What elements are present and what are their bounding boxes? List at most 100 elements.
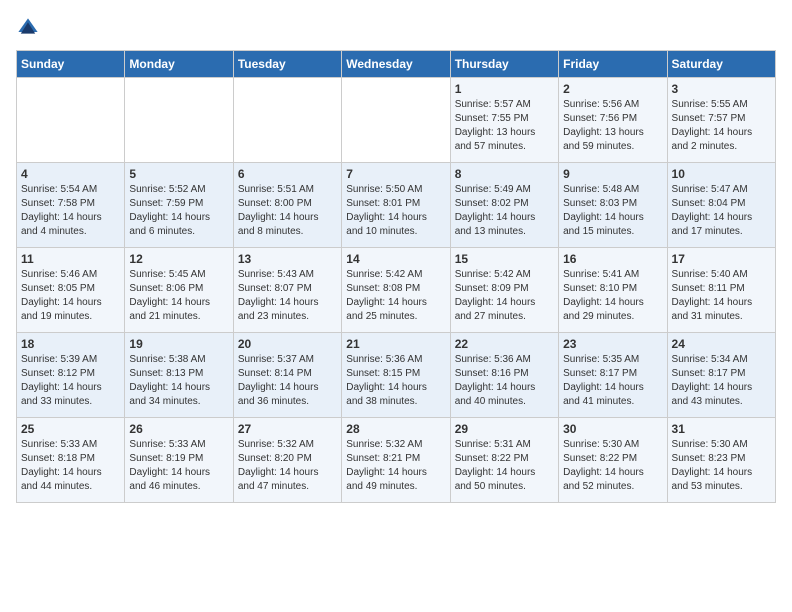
calendar-cell: 9 Sunrise: 5:48 AM Sunset: 8:03 PM Daylig… [559, 163, 667, 248]
page-header [16, 16, 776, 40]
calendar-cell [342, 78, 450, 163]
day-info: Sunrise: 5:57 AM Sunset: 7:55 PM Dayligh… [455, 98, 554, 154]
day-info: Sunrise: 5:30 AM Sunset: 8:22 PM Dayligh… [563, 438, 662, 494]
weekday-header: Sunday [17, 51, 125, 78]
calendar-week-row: 4Sunrise: 5:54 AM Sunset: 7:58 PM Daylig… [17, 163, 776, 248]
day-info: Sunrise: 5:45 AM Sunset: 8:06 PM Dayligh… [129, 268, 228, 324]
calendar-cell: 26 Sunrise: 5:33 AM Sunset: 8:19 PM Dayli… [125, 418, 233, 503]
weekday-header: Thursday [450, 51, 558, 78]
day-info: Sunrise: 5:55 AM Sunset: 7:57 PM Dayligh… [672, 98, 771, 154]
day-number: 12 [129, 252, 228, 266]
calendar-cell: 1 Sunrise: 5:57 AM Sunset: 7:55 PM Daylig… [450, 78, 558, 163]
day-info: Sunrise: 5:51 AM Sunset: 8:00 PM Dayligh… [238, 183, 337, 239]
calendar-cell: 28 Sunrise: 5:32 AM Sunset: 8:21 PM Dayli… [342, 418, 450, 503]
day-info: Sunrise: 5:42 AM Sunset: 8:08 PM Dayligh… [346, 268, 445, 324]
day-number: 3 [672, 82, 771, 96]
calendar-cell: 6 Sunrise: 5:51 AM Sunset: 8:00 PM Daylig… [233, 163, 341, 248]
day-number: 14 [346, 252, 445, 266]
day-number: 19 [129, 337, 228, 351]
day-number: 2 [563, 82, 662, 96]
day-info: Sunrise: 5:33 AM Sunset: 8:19 PM Dayligh… [129, 438, 228, 494]
weekday-header: Friday [559, 51, 667, 78]
day-info: Sunrise: 5:54 AM Sunset: 7:58 PM Dayligh… [21, 183, 120, 239]
day-number: 25 [21, 422, 120, 436]
calendar-cell: 12 Sunrise: 5:45 AM Sunset: 8:06 PM Dayli… [125, 248, 233, 333]
calendar-week-row: 11Sunrise: 5:46 AM Sunset: 8:05 PM Dayli… [17, 248, 776, 333]
calendar-cell [17, 78, 125, 163]
calendar-cell: 4Sunrise: 5:54 AM Sunset: 7:58 PM Daylig… [17, 163, 125, 248]
day-info: Sunrise: 5:48 AM Sunset: 8:03 PM Dayligh… [563, 183, 662, 239]
weekday-header: Wednesday [342, 51, 450, 78]
day-info: Sunrise: 5:42 AM Sunset: 8:09 PM Dayligh… [455, 268, 554, 324]
day-number: 11 [21, 252, 120, 266]
calendar-cell: 2 Sunrise: 5:56 AM Sunset: 7:56 PM Daylig… [559, 78, 667, 163]
day-info: Sunrise: 5:33 AM Sunset: 8:18 PM Dayligh… [21, 438, 120, 494]
day-number: 30 [563, 422, 662, 436]
day-number: 10 [672, 167, 771, 181]
day-info: Sunrise: 5:36 AM Sunset: 8:15 PM Dayligh… [346, 353, 445, 409]
calendar-cell: 7Sunrise: 5:50 AM Sunset: 8:01 PM Daylig… [342, 163, 450, 248]
day-number: 26 [129, 422, 228, 436]
day-number: 27 [238, 422, 337, 436]
calendar-cell: 10 Sunrise: 5:47 AM Sunset: 8:04 PM Dayli… [667, 163, 775, 248]
calendar-cell: 19 Sunrise: 5:38 AM Sunset: 8:13 PM Dayli… [125, 333, 233, 418]
calendar-cell: 21Sunrise: 5:36 AM Sunset: 8:15 PM Dayli… [342, 333, 450, 418]
calendar-cell: 5Sunrise: 5:52 AM Sunset: 7:59 PM Daylig… [125, 163, 233, 248]
day-info: Sunrise: 5:47 AM Sunset: 8:04 PM Dayligh… [672, 183, 771, 239]
calendar-body: 1 Sunrise: 5:57 AM Sunset: 7:55 PM Daylig… [17, 78, 776, 503]
weekday-header: Tuesday [233, 51, 341, 78]
day-number: 1 [455, 82, 554, 96]
day-number: 9 [563, 167, 662, 181]
calendar-cell: 14 Sunrise: 5:42 AM Sunset: 8:08 PM Dayli… [342, 248, 450, 333]
calendar-week-row: 25 Sunrise: 5:33 AM Sunset: 8:18 PM Dayli… [17, 418, 776, 503]
day-number: 8 [455, 167, 554, 181]
day-info: Sunrise: 5:50 AM Sunset: 8:01 PM Dayligh… [346, 183, 445, 239]
day-info: Sunrise: 5:56 AM Sunset: 7:56 PM Dayligh… [563, 98, 662, 154]
logo-icon [16, 16, 40, 40]
day-number: 15 [455, 252, 554, 266]
day-info: Sunrise: 5:41 AM Sunset: 8:10 PM Dayligh… [563, 268, 662, 324]
calendar-cell: 18 Sunrise: 5:39 AM Sunset: 8:12 PM Dayli… [17, 333, 125, 418]
day-number: 28 [346, 422, 445, 436]
calendar-cell: 22 Sunrise: 5:36 AM Sunset: 8:16 PM Dayli… [450, 333, 558, 418]
day-number: 16 [563, 252, 662, 266]
day-info: Sunrise: 5:49 AM Sunset: 8:02 PM Dayligh… [455, 183, 554, 239]
calendar-cell: 27 Sunrise: 5:32 AM Sunset: 8:20 PM Dayli… [233, 418, 341, 503]
calendar-cell: 20 Sunrise: 5:37 AM Sunset: 8:14 PM Dayli… [233, 333, 341, 418]
day-info: Sunrise: 5:39 AM Sunset: 8:12 PM Dayligh… [21, 353, 120, 409]
calendar-cell: 13 Sunrise: 5:43 AM Sunset: 8:07 PM Dayli… [233, 248, 341, 333]
day-info: Sunrise: 5:40 AM Sunset: 8:11 PM Dayligh… [672, 268, 771, 324]
day-info: Sunrise: 5:32 AM Sunset: 8:20 PM Dayligh… [238, 438, 337, 494]
day-info: Sunrise: 5:30 AM Sunset: 8:23 PM Dayligh… [672, 438, 771, 494]
weekday-header: Monday [125, 51, 233, 78]
weekday-header: Saturday [667, 51, 775, 78]
calendar-cell: 25 Sunrise: 5:33 AM Sunset: 8:18 PM Dayli… [17, 418, 125, 503]
calendar-cell: 31 Sunrise: 5:30 AM Sunset: 8:23 PM Dayli… [667, 418, 775, 503]
day-number: 18 [21, 337, 120, 351]
calendar-cell: 8 Sunrise: 5:49 AM Sunset: 8:02 PM Daylig… [450, 163, 558, 248]
calendar-cell: 24 Sunrise: 5:34 AM Sunset: 8:17 PM Dayli… [667, 333, 775, 418]
day-info: Sunrise: 5:31 AM Sunset: 8:22 PM Dayligh… [455, 438, 554, 494]
calendar-table: SundayMondayTuesdayWednesdayThursdayFrid… [16, 50, 776, 503]
day-number: 13 [238, 252, 337, 266]
day-number: 6 [238, 167, 337, 181]
day-info: Sunrise: 5:35 AM Sunset: 8:17 PM Dayligh… [563, 353, 662, 409]
day-number: 29 [455, 422, 554, 436]
calendar-cell [125, 78, 233, 163]
day-info: Sunrise: 5:43 AM Sunset: 8:07 PM Dayligh… [238, 268, 337, 324]
day-number: 24 [672, 337, 771, 351]
day-number: 17 [672, 252, 771, 266]
day-info: Sunrise: 5:32 AM Sunset: 8:21 PM Dayligh… [346, 438, 445, 494]
day-number: 22 [455, 337, 554, 351]
calendar-week-row: 1 Sunrise: 5:57 AM Sunset: 7:55 PM Daylig… [17, 78, 776, 163]
logo [16, 16, 42, 40]
day-info: Sunrise: 5:34 AM Sunset: 8:17 PM Dayligh… [672, 353, 771, 409]
day-number: 31 [672, 422, 771, 436]
day-info: Sunrise: 5:36 AM Sunset: 8:16 PM Dayligh… [455, 353, 554, 409]
calendar-cell [233, 78, 341, 163]
day-info: Sunrise: 5:38 AM Sunset: 8:13 PM Dayligh… [129, 353, 228, 409]
day-number: 20 [238, 337, 337, 351]
calendar-cell: 30 Sunrise: 5:30 AM Sunset: 8:22 PM Dayli… [559, 418, 667, 503]
day-info: Sunrise: 5:52 AM Sunset: 7:59 PM Dayligh… [129, 183, 228, 239]
day-info: Sunrise: 5:37 AM Sunset: 8:14 PM Dayligh… [238, 353, 337, 409]
